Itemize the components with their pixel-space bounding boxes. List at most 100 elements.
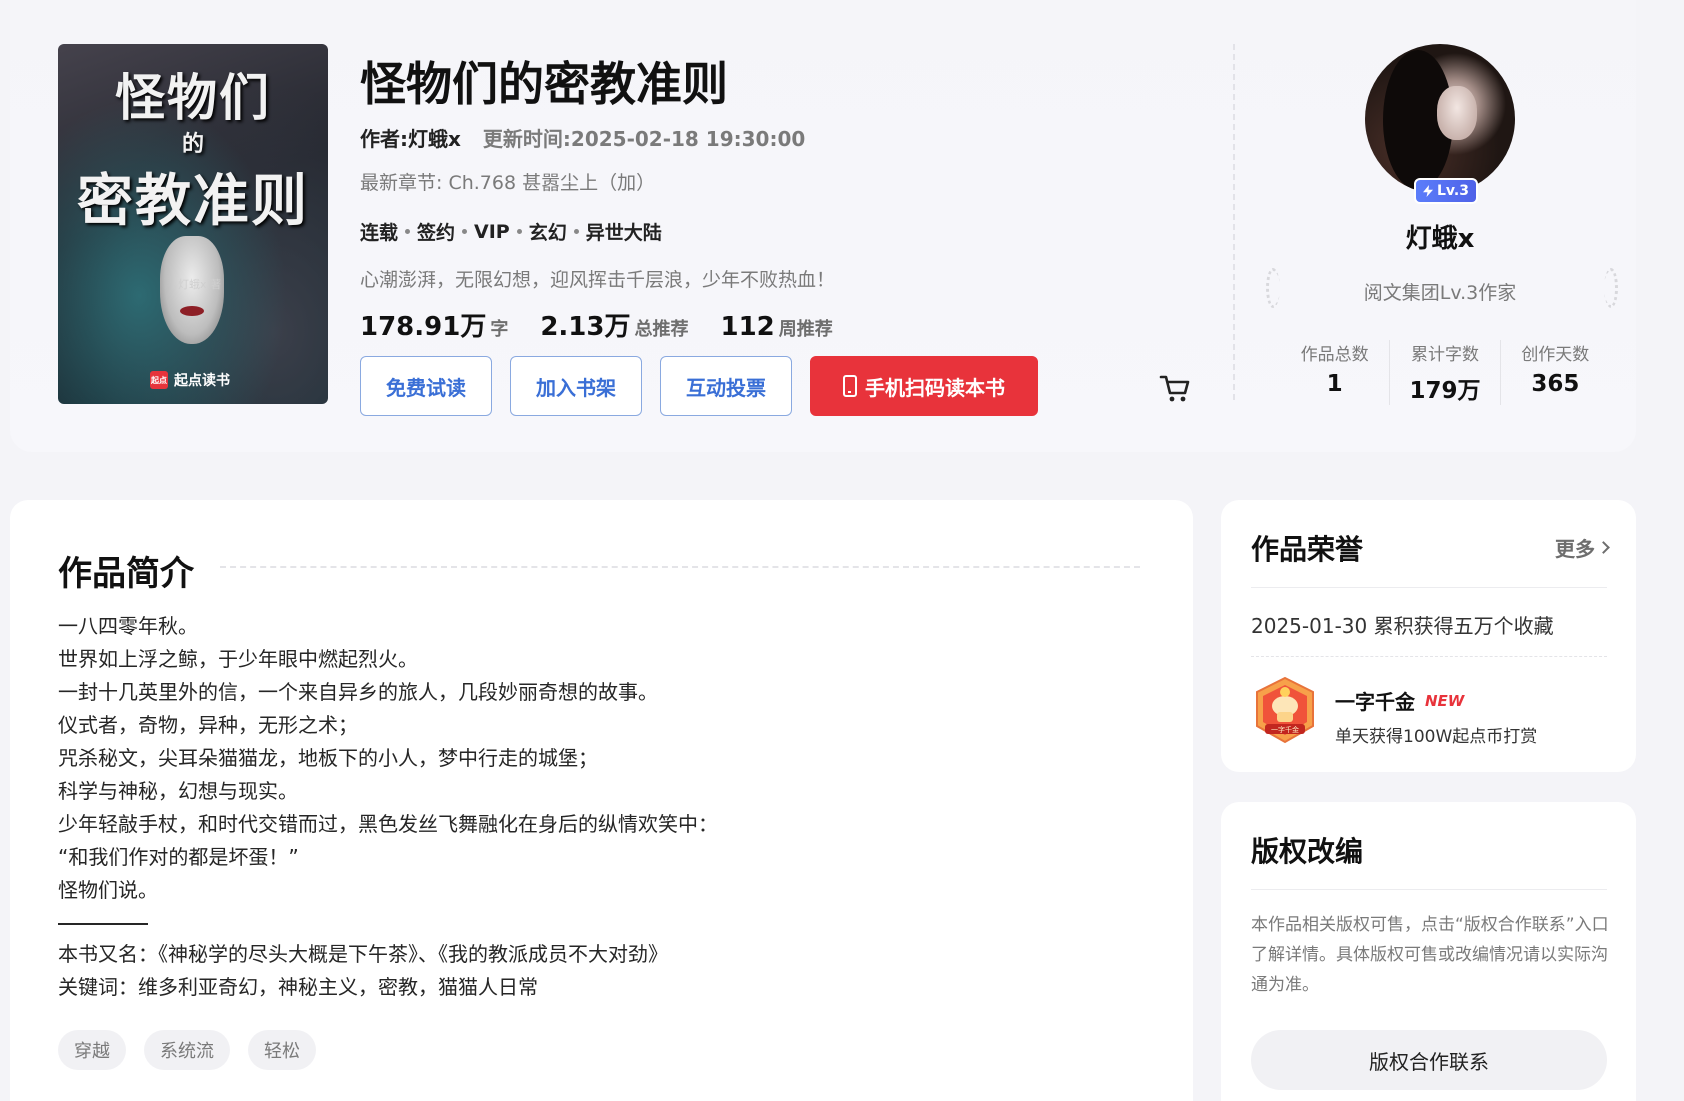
honor-card: 作品荣誉 更多 2025-01-30 累积获得五万个收藏 一字千金 一字千金 N… — [1221, 500, 1636, 772]
action-buttons: 免费试读 加入书架 互动投票 手机扫码读本书 — [360, 356, 1038, 416]
cover-brand: 起点 起点读书 — [150, 370, 230, 390]
intro-tags: 穿越 系统流 轻松 — [58, 1030, 316, 1070]
intro-line: “和我们作对的都是坏蛋！” — [58, 845, 299, 869]
copyright-divider — [1251, 889, 1607, 890]
author-stat-works[interactable]: 作品总数 1 — [1280, 340, 1391, 405]
book-meta: 作者:灯蛾x 更新时间:2025-02-18 19:30:00 — [360, 123, 805, 152]
intro-line: 一封十几英里外的信，一个来自异乡的旅人，几段妙丽奇想的故事。 — [58, 680, 658, 704]
intro-line: 本书又名：《神秘学的尽头大概是下午茶》、《我的教派成员不大对劲》 — [58, 942, 668, 966]
book-tags: 连载 签约 VIP 玄幻 异世大陆 — [360, 218, 662, 245]
author-stat-value: 1 — [1326, 371, 1343, 397]
gold-word-medal-icon: 一字千金 — [1256, 676, 1314, 744]
copyright-heading: 版权改编 — [1251, 835, 1364, 868]
tag-chip[interactable]: 穿越 — [58, 1030, 126, 1070]
intro-line: 关键词：维多利亚奇幻，神秘主义，密教，猫猫人日常 — [58, 975, 538, 999]
intro-card: 作品简介 一八四零年秋。 世界如上浮之鲸，于少年眼中燃起烈火。 一封十几英里外的… — [10, 500, 1193, 1101]
book-cover[interactable]: 怪物们 的 密教准则 灯蛾x 著 起点 起点读书 — [58, 44, 328, 404]
shopping-cart-icon[interactable] — [1158, 372, 1192, 404]
intro-line: 咒杀秘文，尖耳朵猫猫龙，地板下的小人，梦中行走的城堡； — [58, 746, 598, 770]
cover-title-de: 的 — [181, 131, 204, 157]
tag-separator — [405, 229, 411, 234]
medal-ribbon-text: 一字千金 — [1271, 725, 1299, 734]
cover-title-line1: 怪物们 — [115, 68, 271, 127]
intro-heading: 作品简介 — [58, 554, 194, 594]
author-stat-value: 365 — [1531, 371, 1580, 397]
book-slogan: 心潮澎湃，无限幻想，迎风挥击千层浪，少年不败热血！ — [360, 269, 836, 291]
qidian-logo-icon: 起点 — [150, 371, 168, 389]
author-stat-days: 创作天数 365 — [1501, 340, 1610, 405]
honor-more-link[interactable]: 更多 — [1555, 533, 1610, 562]
tag-status: 连载 — [360, 222, 399, 244]
stat-weekly-recommend: 112 周推荐 — [721, 312, 833, 342]
cover-brand-label: 起点读书 — [174, 373, 230, 389]
author-stats: 作品总数 1 累计字数 179万 创作天数 365 — [1280, 340, 1610, 405]
avatar-face — [1437, 86, 1477, 140]
more-label: 更多 — [1555, 537, 1595, 561]
tag-chip[interactable]: 轻松 — [248, 1030, 316, 1070]
stat-value: 178.91万 — [360, 312, 487, 342]
copyright-card: 版权改编 本作品相关版权可售，点击“版权合作联系”入口了解详情。具体版权可售或改… — [1221, 802, 1636, 1101]
author-level-badge: Lv.3 — [1414, 178, 1478, 204]
honor-divider-dashed — [1251, 656, 1607, 657]
vote-button[interactable]: 互动投票 — [660, 356, 792, 416]
tag-separator — [516, 229, 522, 234]
copyright-description: 本作品相关版权可售，点击“版权合作联系”入口了解详情。具体版权可售或改编情况请以… — [1251, 915, 1609, 995]
book-header-card: 怪物们 的 密教准则 灯蛾x 著 起点 起点读书 怪物们的密教准则 作者:灯蛾x… — [10, 0, 1636, 452]
author-link[interactable]: 作者:灯蛾x — [360, 123, 461, 152]
author-stat-label: 创作天数 — [1521, 345, 1590, 365]
book-title: 怪物们的密教准则 — [360, 57, 728, 111]
free-read-button[interactable]: 免费试读 — [360, 356, 492, 416]
update-time: 更新时间:2025-02-18 19:30:00 — [482, 127, 806, 151]
author-title: 阅文集团Lv.3作家 — [1363, 282, 1517, 304]
intro-line: 怪物们说。 — [58, 878, 158, 902]
laurel-right-icon — [1604, 268, 1618, 308]
medal-name: 一字千金 — [1335, 690, 1415, 714]
header-divider — [1233, 44, 1235, 400]
stat-total-recommend: 2.13万 总推荐 — [540, 306, 688, 343]
honor-divider — [1251, 587, 1607, 588]
add-to-shelf-button[interactable]: 加入书架 — [510, 356, 642, 416]
medal-title: 一字千金 NEW — [1335, 686, 1464, 715]
tag-separator — [573, 229, 579, 234]
tag-signed: 签约 — [417, 222, 456, 244]
tag-subgenre[interactable]: 异世大陆 — [586, 218, 662, 245]
cover-mask-lip — [180, 306, 204, 316]
intro-heading-rule — [220, 566, 1140, 568]
medal-description: 单天获得100W起点币打赏 — [1335, 727, 1538, 747]
tag-genre[interactable]: 玄幻 — [529, 218, 567, 245]
author-level: Lv.3 — [1437, 183, 1469, 199]
latest-chapter-link[interactable]: 最新章节: Ch.768 甚嚣尘上（加） — [360, 168, 655, 195]
cover-title-line2: 密教准则 — [77, 168, 309, 234]
author-stat-label: 累计字数 — [1410, 345, 1479, 365]
author-name[interactable]: 灯蛾x — [1240, 218, 1640, 255]
stat-value: 2.13万 — [540, 312, 631, 342]
honor-heading: 作品荣誉 — [1251, 533, 1364, 566]
author-stat-label: 作品总数 — [1300, 345, 1369, 365]
stat-word-count: 178.91万字 — [360, 306, 508, 343]
tag-chip[interactable]: 系统流 — [144, 1030, 230, 1070]
stat-unit: 总推荐 — [634, 319, 689, 340]
intro-line: 一八四零年秋。 — [58, 614, 198, 638]
intro-line: 少年轻敲手杖，和时代交错而过，黑色发丝飞舞融化在身后的纵情欢笑中： — [58, 812, 718, 836]
intro-line: 世界如上浮之鲸，于少年眼中燃起烈火。 — [58, 647, 418, 671]
author-stat-words: 累计字数 179万 — [1390, 340, 1501, 405]
cover-author-tag: 灯蛾x 著 — [178, 278, 222, 291]
book-stats: 178.91万字 2.13万 总推荐 112 周推荐 — [360, 306, 833, 343]
honor-record: 2025-01-30 累积获得五万个收藏 — [1251, 614, 1554, 638]
intro-separator — [58, 923, 148, 925]
intro-line: 仪式者，奇物，异种，无形之术； — [58, 713, 358, 737]
scan-read-label: 手机扫码读本书 — [865, 375, 1005, 400]
intro-line: 科学与神秘，幻想与现实。 — [58, 779, 298, 803]
stat-unit: 字 — [490, 319, 509, 340]
author-avatar[interactable] — [1365, 44, 1515, 194]
phone-icon — [843, 375, 857, 397]
scan-read-button[interactable]: 手机扫码读本书 — [810, 356, 1038, 416]
tag-separator — [462, 229, 468, 234]
copyright-contact-button[interactable]: 版权合作联系 — [1251, 1030, 1607, 1090]
intro-text: 一八四零年秋。 世界如上浮之鲸，于少年眼中燃起烈火。 一封十几英里外的信，一个来… — [58, 610, 1118, 1004]
tag-vip: VIP — [474, 220, 510, 243]
author-stat-value: 179万 — [1409, 378, 1481, 404]
bolt-icon — [1423, 185, 1434, 197]
new-badge: NEW — [1425, 691, 1465, 710]
stat-unit: 周推荐 — [778, 319, 833, 340]
